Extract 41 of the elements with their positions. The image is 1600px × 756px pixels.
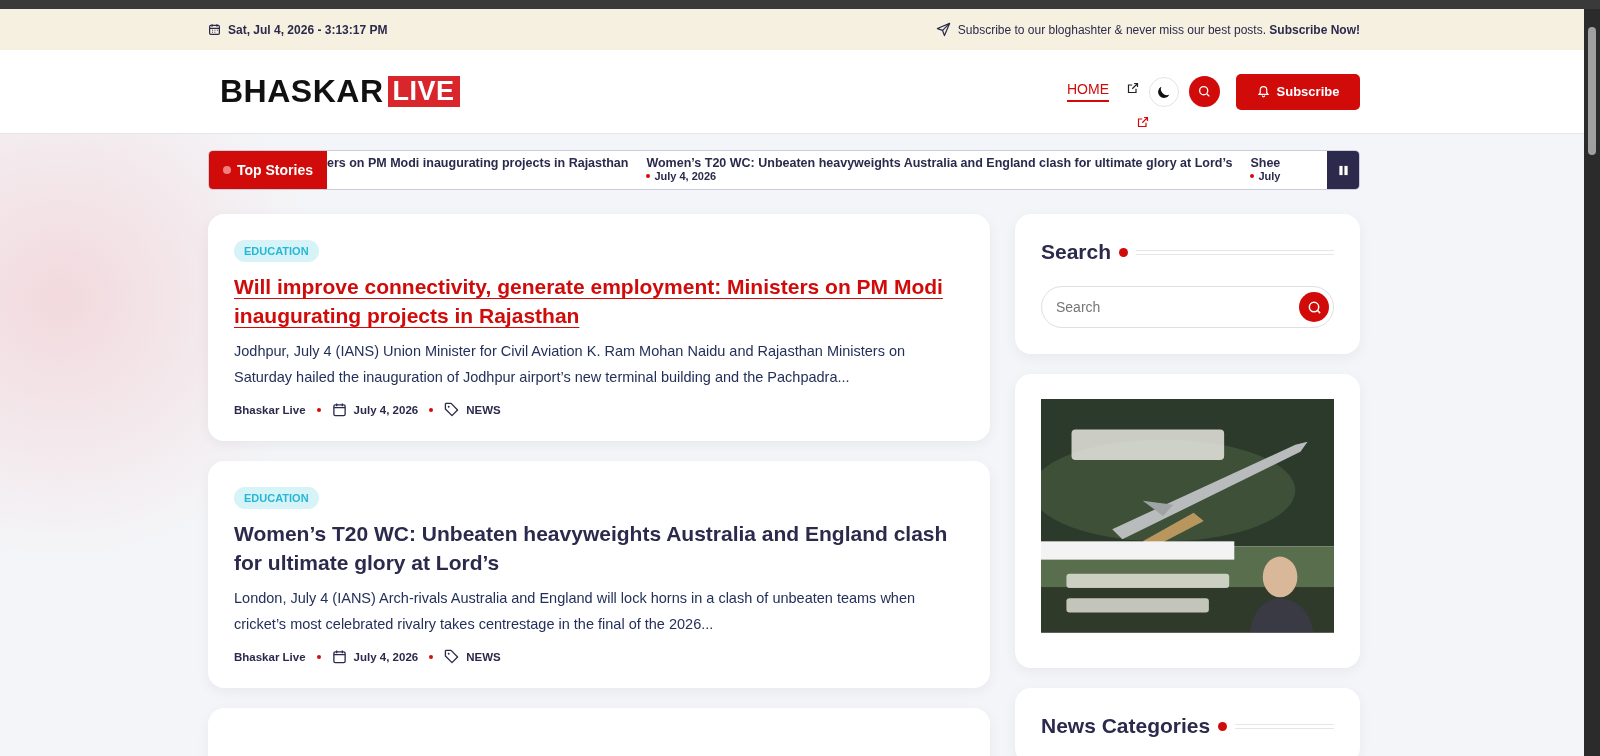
subscribe-button[interactable]: Subscribe	[1236, 73, 1360, 110]
post-excerpt: London, July 4 (IANS) Arch-rivals Australia and England will lock horns in a clash of unbeaten teams when cricket’s most celebrated rivalry takes centrestage in the final of the 2026...	[234, 589, 917, 634]
tag-icon	[444, 649, 460, 664]
search-field[interactable]: Search	[1041, 286, 1334, 328]
pause-button[interactable]	[1327, 151, 1359, 189]
search-icon	[1306, 299, 1322, 315]
nav-link[interactable]: HOME	[1067, 81, 1109, 102]
title-dot	[1119, 247, 1129, 257]
ticker-label: Top Stories	[209, 151, 327, 189]
post-tag[interactable]: NEWS	[466, 650, 501, 663]
bell-icon	[1256, 85, 1270, 98]
ticker-headline[interactable]: Shee	[1250, 156, 1281, 170]
calendar-icon	[208, 23, 221, 36]
title-dot	[1218, 721, 1228, 731]
widget-title: Search	[1041, 240, 1112, 264]
date-time: Sat, Jul 4, 2026 - 3:13:17 PM	[228, 22, 388, 37]
search-button[interactable]	[1189, 76, 1220, 107]
external-link-icon[interactable]	[1127, 81, 1139, 94]
post-date: July 4, 2026	[353, 403, 419, 416]
widget-title: News Categories	[1041, 714, 1211, 738]
ticker-date: July 4, 2026	[646, 170, 1233, 182]
calendar-icon	[331, 402, 347, 417]
scrollbar[interactable]	[1584, 9, 1600, 756]
post-author[interactable]: Bhaskar Live	[234, 650, 306, 663]
dark-mode-button[interactable]	[1149, 76, 1179, 107]
post-title[interactable]: Will improve connectivity, generate employment: Ministers on PM Modi inaugurating projects in Rajasthan	[234, 272, 964, 330]
post-title[interactable]: Women’s T20 WC: Unbeaten heavyweights Australia and England clash for ultimate glory at Lord’s	[234, 519, 964, 577]
post-author[interactable]: Bhaskar Live	[234, 403, 306, 416]
site-logo[interactable]: BHASKAR LIVE	[220, 73, 460, 110]
subscribe-promo: Subscribe to our bloghashter & never miss our best posts. Subscribe Now!	[957, 22, 1360, 37]
calendar-icon	[331, 649, 347, 664]
tag-icon	[444, 402, 460, 417]
post-date: July 4, 2026	[353, 650, 419, 663]
post-excerpt: Jodhpur, July 4 (IANS) Union Minister for Civil Aviation K. Ram Mohan Naidu and Rajasthan Ministers on Saturday hailed the inauguration of Jodhpur airport’s new terminal building and the Pachpadra...	[234, 342, 907, 387]
ticker-headline[interactable]: ers on PM Modi inaugurating projects in Rajasthan	[326, 156, 629, 170]
send-icon	[935, 22, 951, 37]
ticker-date: July	[1250, 170, 1281, 182]
ticker-headline[interactable]: Women’s T20 WC: Unbeaten heavyweights Australia and England clash for ultimate glory at Lord’s	[646, 156, 1233, 170]
post-tag[interactable]: NEWS	[466, 403, 501, 416]
search-icon	[1198, 85, 1211, 98]
pause-icon	[1337, 164, 1349, 176]
